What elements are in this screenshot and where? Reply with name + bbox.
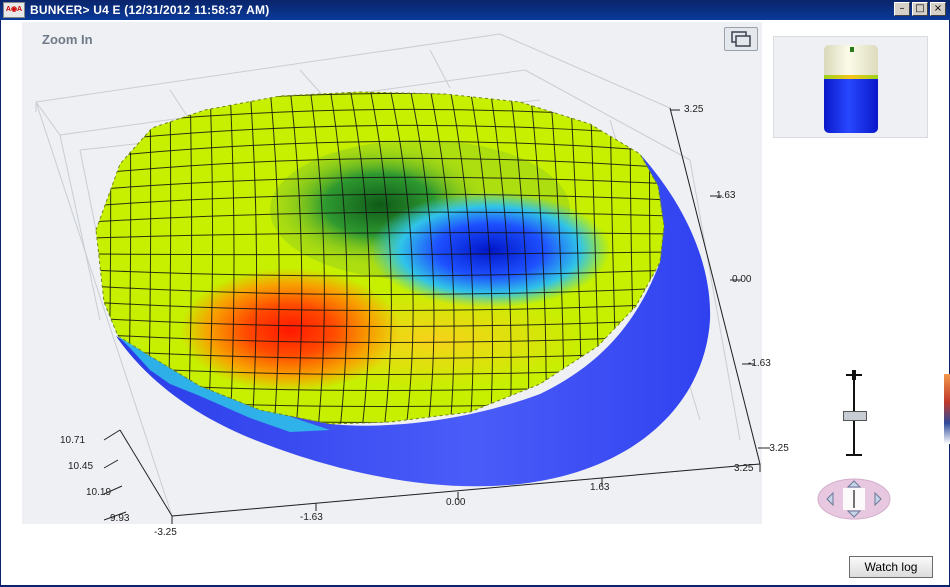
z-tick-label: 10.71 bbox=[60, 435, 86, 446]
x-tick-label: -1.63 bbox=[300, 512, 323, 523]
bin-thumbnail[interactable] bbox=[773, 36, 928, 138]
x-tick-label: 1.63 bbox=[590, 482, 610, 493]
background-window-edge bbox=[944, 374, 950, 444]
x-tick-label: 0.00 bbox=[446, 497, 466, 508]
sensor-marker-icon bbox=[850, 47, 854, 52]
zoom-slider-top-cap bbox=[846, 374, 862, 376]
zoom-in-label[interactable]: Zoom In bbox=[42, 32, 93, 47]
x-tick-label: 3.25 bbox=[734, 463, 754, 474]
y-tick-label: 3.25 bbox=[684, 104, 704, 115]
restore-view-button[interactable] bbox=[724, 27, 758, 51]
pan-control[interactable] bbox=[817, 478, 891, 520]
zoom-slider[interactable] bbox=[843, 370, 867, 460]
y-tick-label: 1.63 bbox=[716, 190, 736, 201]
restore-view-icon bbox=[731, 31, 751, 47]
x-tick-label: -3.25 bbox=[154, 527, 177, 538]
z-tick-label: 10.19 bbox=[86, 487, 112, 498]
y-tick-label: 0.00 bbox=[732, 274, 752, 285]
y-tick-label: -1.63 bbox=[748, 358, 771, 369]
watch-log-button[interactable]: Watch log bbox=[849, 556, 933, 578]
y-tick-label: -3.25 bbox=[766, 443, 789, 454]
z-tick-label: 9.93 bbox=[110, 513, 130, 524]
bin-fill-section bbox=[824, 79, 878, 133]
zoom-slider-thumb[interactable] bbox=[843, 411, 867, 421]
zoom-out-icon[interactable] bbox=[846, 454, 862, 456]
z-tick-label: 10.45 bbox=[68, 461, 94, 472]
